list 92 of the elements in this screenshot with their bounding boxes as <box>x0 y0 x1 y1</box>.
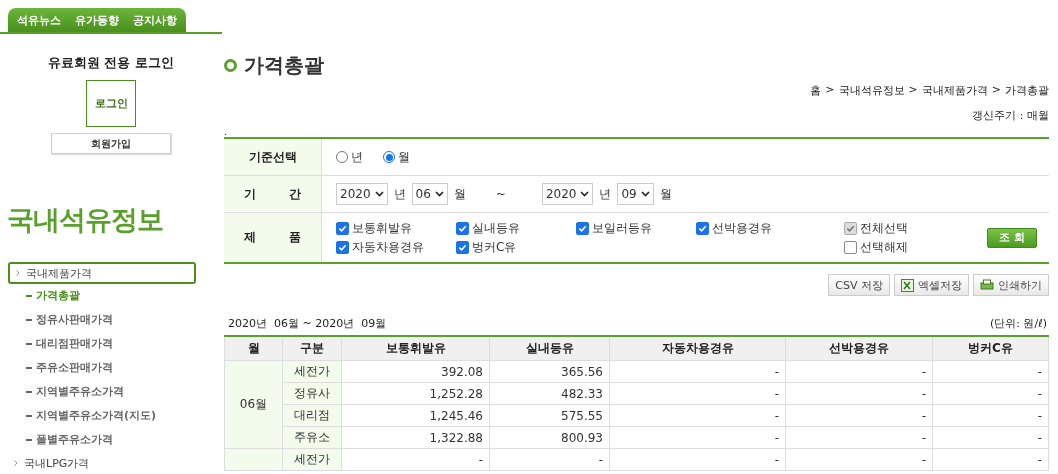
table-cell: - <box>785 360 933 383</box>
checkbox-option[interactable]: 자동차용경유 <box>336 238 442 256</box>
filter-label: 기준선택 <box>248 148 297 166</box>
breadcrumb-separator: > <box>991 83 1001 98</box>
nav-subitem[interactable]: 정유사판매가격 <box>8 308 196 332</box>
nav-subitem[interactable]: 가격총괄 <box>8 284 196 308</box>
table-cell: 1,322.88 <box>341 426 490 449</box>
dash-icon <box>26 343 32 345</box>
spreadsheet-icon <box>901 278 914 292</box>
nav-item[interactable]: 국내제품가격 <box>8 262 196 284</box>
filter-label: 기 간 <box>243 185 302 203</box>
ring-icon <box>224 59 237 72</box>
breadcrumb-item[interactable]: 홈 <box>810 83 822 98</box>
radio-option[interactable]: 년 <box>336 148 363 166</box>
unit-label: 월 <box>453 185 466 203</box>
section-title: 국내석유정보 <box>7 203 164 237</box>
table-cell: - <box>785 404 933 427</box>
table-cell: - <box>785 448 933 471</box>
checkbox-option[interactable]: 실내등유 <box>456 219 562 237</box>
table-cell: 1,245.46 <box>341 404 490 427</box>
caret-icon <box>640 191 650 197</box>
nav-subitem[interactable]: 지역별주유소가격(지도) <box>8 404 196 428</box>
table-cell: - <box>785 426 933 449</box>
table-cell: 06월 <box>224 360 283 449</box>
unit-label: 년 <box>599 185 612 203</box>
dot-mark: . <box>224 126 228 137</box>
month-select[interactable]: 09 <box>617 183 654 205</box>
column-header: 벙커C유 <box>932 336 1049 361</box>
dash-icon <box>26 415 32 417</box>
checkbox-option[interactable]: 선박용경유 <box>696 219 822 237</box>
table-cell: - <box>785 382 933 405</box>
breadcrumb-separator: > <box>908 83 918 98</box>
unit-label: 월 <box>659 185 672 203</box>
column-header: 자동차용경유 <box>609 336 786 361</box>
table-cell: - <box>609 404 786 427</box>
column-header: 선박용경유 <box>785 336 933 361</box>
date-range: 2020년 06월 ~ 2020년 09월 <box>228 316 387 331</box>
year-select[interactable]: 2020 <box>336 183 388 205</box>
check-icon <box>846 223 855 233</box>
nav-subitem[interactable]: 폴별주유소가격 <box>8 428 196 452</box>
dash-icon <box>26 391 32 393</box>
checkbox-option[interactable]: 전체선택 <box>844 219 908 237</box>
column-header: 보통휘발유 <box>341 336 490 361</box>
table-cell: - <box>609 426 786 449</box>
breadcrumb-item[interactable]: 국내석유정보 <box>838 83 905 98</box>
checkbox-option[interactable]: 보통휘발유 <box>336 219 442 237</box>
breadcrumb-item: 가격총괄 <box>1005 83 1049 98</box>
checkbox-option[interactable]: 선택해제 <box>844 238 908 256</box>
table-cell: - <box>609 360 786 383</box>
unit-note: (단위: 원/ℓ) <box>989 316 1047 331</box>
check-icon <box>698 223 707 233</box>
filter-label: 제 품 <box>243 229 302 246</box>
year-select[interactable]: 2020 <box>541 183 594 205</box>
nav-item[interactable]: 국내LPG가격 <box>8 452 196 474</box>
export-button[interactable]: CSV 저장 <box>828 274 890 296</box>
unit-label: 년 <box>393 185 406 203</box>
checkbox-option[interactable]: 보일러등유 <box>576 219 682 237</box>
table-cell: 392.08 <box>341 360 490 383</box>
dash-icon <box>26 367 32 369</box>
table-cell: 1,252.28 <box>341 382 490 405</box>
update-cycle: 갱신주기 : 매월 <box>972 108 1049 123</box>
breadcrumb-separator: > <box>825 83 835 98</box>
check-icon <box>578 223 587 233</box>
join-button[interactable]: 회원가입 <box>51 133 171 154</box>
login-button[interactable]: 로그인 <box>86 80 136 127</box>
dash-icon <box>26 319 32 321</box>
column-header: 구분 <box>282 336 342 361</box>
login-title: 유료회원 전용 로그인 <box>47 54 175 72</box>
page-title: 가격총괄 <box>244 52 324 79</box>
checkbox-option[interactable]: 벙커C유 <box>456 238 562 256</box>
export-button[interactable]: 인쇄하기 <box>973 274 1049 296</box>
chevron-icon <box>16 270 20 276</box>
range-separator: ~ <box>495 187 506 201</box>
printer-icon <box>980 279 994 291</box>
table-cell: - <box>609 448 786 471</box>
month-select[interactable]: 06 <box>411 183 448 205</box>
nav-subitem[interactable]: 지역별주유소가격 <box>8 380 196 404</box>
table-cell: - <box>341 448 490 471</box>
column-header: 실내등유 <box>489 336 610 361</box>
nav-subitem[interactable]: 주유소판매가격 <box>8 356 196 380</box>
caret-icon <box>434 191 444 197</box>
caret-icon <box>580 191 590 197</box>
nav-subitem[interactable]: 대리점판매가격 <box>8 332 196 356</box>
radio-option[interactable]: 월 <box>383 148 410 166</box>
column-header: 월 <box>224 336 283 361</box>
dash-icon <box>26 439 32 441</box>
export-button[interactable]: 엑셀저장 <box>894 274 969 296</box>
breadcrumb-item[interactable]: 국내제품가격 <box>921 83 988 98</box>
chevron-icon <box>14 460 18 466</box>
caret-icon <box>374 191 384 197</box>
table-cell: - <box>609 382 786 405</box>
dash-icon <box>26 295 32 297</box>
